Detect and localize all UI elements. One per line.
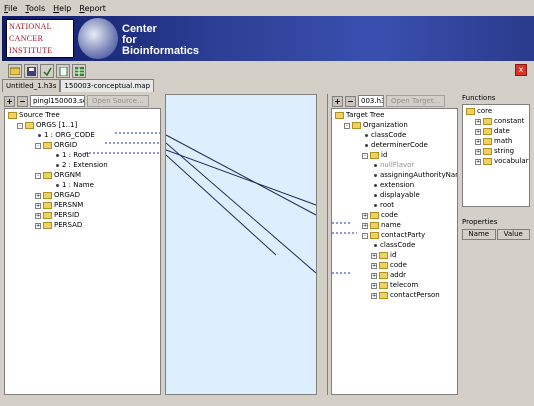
menu-report[interactable]: Report (75, 4, 110, 13)
folder-icon (483, 138, 492, 145)
functions-tree-row-label: date (494, 127, 510, 135)
functions-tree-row[interactable]: + string (475, 147, 514, 156)
app-banner: NATIONAL CANCER INSTITUTE Center for Bio… (2, 16, 534, 61)
toolbar: x (2, 63, 534, 79)
nci-logo-line-3: INSTITUTE (9, 46, 53, 55)
functions-tree-row[interactable]: core (466, 107, 492, 116)
properties-panel: Properties Name Value (462, 218, 530, 396)
functions-panel: Functions core + constant + date + math + string… (462, 94, 530, 209)
properties-title: Properties (462, 218, 498, 226)
menu-file[interactable]: File (0, 4, 21, 13)
expand-toggle-icon[interactable]: + (475, 128, 481, 135)
properties-header: Name Value (462, 229, 530, 240)
mapping-line-root[interactable] (166, 142, 317, 274)
export-icon[interactable] (56, 64, 70, 78)
nci-logo-line-2: CANCER (9, 34, 44, 43)
canvas-scrollbar[interactable] (316, 94, 327, 395)
tab-conceptual-map[interactable]: 150003-conceptual.map (60, 79, 155, 92)
banner-title: Center for Bioinformatics (122, 24, 199, 57)
spreadsheet-icon[interactable] (72, 64, 86, 78)
target-header: + − 003.h3s Open Target... (332, 94, 460, 108)
functions-title: Functions (462, 94, 496, 102)
collapse-all-button[interactable]: − (17, 95, 28, 107)
source-file-field[interactable]: pingl150003.scs (30, 95, 85, 107)
save-icon[interactable] (24, 64, 38, 78)
functions-tree-row-label: core (477, 107, 493, 115)
folder-icon (483, 148, 492, 155)
bioinformatics-emblem-icon (78, 18, 118, 59)
folder-icon (483, 118, 492, 125)
source-link-lines (85, 132, 160, 154)
properties-value-column[interactable]: Value (496, 229, 530, 240)
tab-untitled[interactable]: Untitled_1.h3s (2, 79, 61, 92)
target-link-lines (332, 222, 357, 274)
mapping-lines (166, 134, 317, 274)
open-target-button[interactable]: Open Target... (386, 95, 446, 107)
functions-tree-row[interactable]: + vocabulary (475, 157, 530, 166)
functions-tree-row-label: string (494, 147, 515, 155)
target-file-field[interactable]: 003.h3s (358, 95, 384, 107)
functions-tree-row[interactable]: + math (475, 137, 512, 146)
properties-name-column[interactable]: Name (462, 229, 496, 240)
expand-toggle-icon[interactable]: + (475, 158, 481, 165)
validate-icon[interactable] (40, 64, 54, 78)
menu-tools[interactable]: Tools (21, 4, 49, 13)
mapping-line-extension[interactable] (166, 149, 317, 206)
expand-toggle-icon[interactable]: + (475, 118, 481, 125)
functions-tree-row-label: vocabulary (494, 157, 530, 165)
folder-icon (483, 158, 492, 165)
source-header: + − pingl150003.scs Open Source... (4, 94, 160, 108)
document-tabs: Untitled_1.h3s 150003-conceptual.map (2, 79, 155, 92)
functions-tree-row[interactable]: + constant (475, 117, 524, 126)
mapping-canvas[interactable] (165, 94, 328, 395)
nci-logo: NATIONAL CANCER INSTITUTE (6, 19, 74, 58)
target-expand-all-button[interactable]: + (332, 95, 343, 107)
folder-icon (466, 108, 475, 115)
menu-bar: File Tools Help Report (0, 0, 534, 16)
open-source-button[interactable]: Open Source... (87, 95, 149, 107)
nci-logo-line-1: NATIONAL (9, 22, 52, 31)
expand-toggle-icon[interactable]: + (475, 138, 481, 145)
functions-tree-row-label: math (494, 137, 513, 145)
menu-help[interactable]: Help (49, 4, 75, 13)
folder-icon (483, 128, 492, 135)
open-folder-icon[interactable] (8, 64, 22, 78)
target-collapse-all-button[interactable]: − (345, 95, 356, 107)
expand-all-button[interactable]: + (4, 95, 15, 107)
functions-tree-row[interactable]: + date (475, 127, 510, 136)
expand-toggle-icon[interactable]: + (475, 148, 481, 155)
functions-tree: core + constant + date + math + string + vocabular… (462, 104, 530, 207)
target-tree: Target Tree - Organization classCode determi… (331, 108, 458, 395)
source-tree: Source Tree - ORGS [1..1] 1 : ORG_CODE - ORGI… (4, 108, 161, 395)
functions-tree-row-label: constant (494, 117, 525, 125)
close-icon[interactable]: x (515, 64, 527, 76)
banner-title-line-3: Bioinformatics (122, 45, 200, 57)
